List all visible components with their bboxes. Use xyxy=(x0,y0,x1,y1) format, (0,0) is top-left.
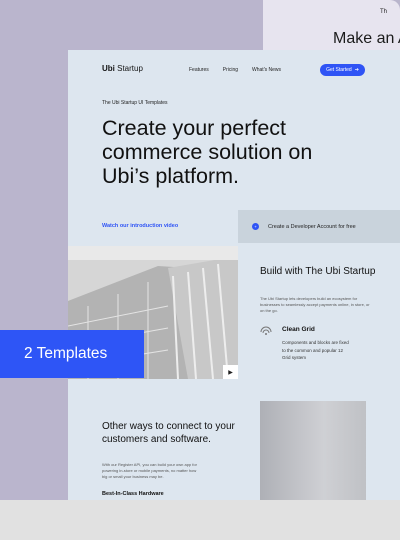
nav-links: Features Pricing What's News xyxy=(189,67,281,73)
build-section-description: The Ubi Startup lets developers build an… xyxy=(260,296,370,313)
plus-icon: + xyxy=(252,223,259,230)
build-section-title: Build with The Ubi Startup xyxy=(260,266,376,277)
intro-video-link[interactable]: Watch our introduction video xyxy=(102,223,178,229)
background-bottom-strip xyxy=(0,500,400,540)
corner-small-text: Th xyxy=(380,9,388,15)
play-icon[interactable]: ▶ xyxy=(223,365,238,379)
other-ways-title: Other ways to connect to your customers … xyxy=(102,421,235,445)
developer-account-label: Create a Developer Account for free xyxy=(268,224,356,230)
clean-grid-description: Components and blocks are fixed to the c… xyxy=(282,340,349,360)
arrow-right-icon: ➔ xyxy=(354,67,359,73)
hardware-image xyxy=(260,401,366,500)
nav-link-pricing[interactable]: Pricing xyxy=(223,67,238,73)
templates-count-badge: 2 Templates xyxy=(0,330,144,378)
hero-eyebrow: The Ubi Startup UI Templates xyxy=(102,100,168,106)
logo-bold: Ubi xyxy=(102,64,115,73)
get-started-button[interactable]: Get Started ➔ xyxy=(320,64,365,76)
wifi-signal-icon xyxy=(260,326,272,335)
other-ways-description: With our Register API, you can build you… xyxy=(102,462,197,479)
get-started-label: Get Started xyxy=(326,67,352,73)
logo[interactable]: Ubi Startup xyxy=(102,64,143,73)
developer-account-bar[interactable]: + Create a Developer Account for free xyxy=(238,210,400,243)
hardware-heading: Best-In-Class Hardware xyxy=(102,491,164,497)
nav-link-features[interactable]: Features xyxy=(189,67,209,73)
hero-title: Create your perfect commerce solution on… xyxy=(102,116,313,188)
nav-link-whats-news[interactable]: What's News xyxy=(252,67,281,73)
logo-rest: Startup xyxy=(114,64,143,73)
corner-heading: Make an A xyxy=(333,30,400,47)
template-preview-card: Ubi Startup Features Pricing What's News… xyxy=(68,50,400,500)
clean-grid-title: Clean Grid xyxy=(282,326,315,333)
